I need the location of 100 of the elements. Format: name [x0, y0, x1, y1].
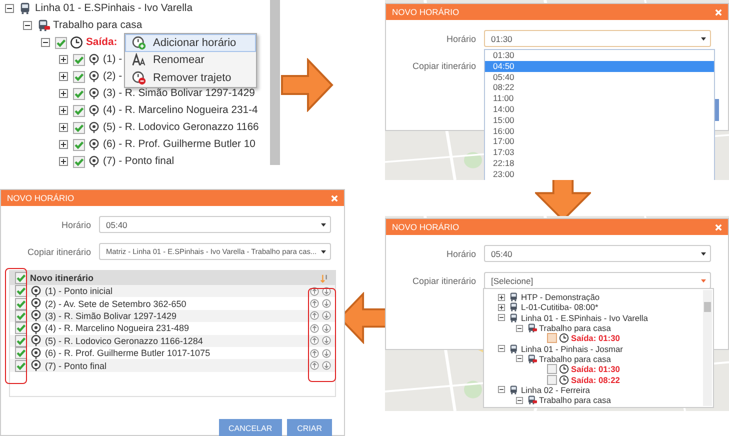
expand-icon[interactable] — [59, 55, 68, 64]
tree-item[interactable]: (4) - R. Marcelino Nogueira 231-4 — [103, 105, 258, 116]
checkbox[interactable] — [15, 347, 27, 360]
tree-item[interactable]: Linha 01 - E.SPinhais - Ivo Varella — [521, 312, 648, 323]
checkbox[interactable] — [73, 122, 85, 134]
tree-item[interactable]: (6) - R. Prof. Guilherme Butler 10 — [103, 139, 256, 150]
dropdown-option[interactable]: 11:00 — [485, 93, 714, 104]
menu-item[interactable]: Renomear — [125, 52, 256, 69]
pin-icon — [30, 334, 42, 348]
route-select[interactable]: [Selecione] — [484, 272, 711, 289]
tree-item[interactable]: (7) - Ponto final — [103, 156, 174, 167]
time-select[interactable]: 05:40 — [484, 245, 711, 262]
move-up-icon[interactable] — [310, 324, 319, 333]
dropdown-option[interactable]: 22:18 — [485, 158, 714, 169]
tree-item[interactable]: HTP - Demonstração — [521, 292, 600, 302]
tree-item[interactable]: Trabalho para casa — [53, 20, 142, 31]
expand-icon[interactable] — [498, 304, 505, 311]
close-icon[interactable] — [715, 8, 722, 16]
collapse-icon[interactable] — [23, 21, 32, 30]
checkbox[interactable] — [547, 374, 557, 385]
move-up-icon[interactable] — [310, 336, 319, 346]
move-up-icon[interactable] — [310, 348, 319, 358]
tree-item[interactable]: (5) - R. Lodovico Geronazzo 1166 — [103, 122, 259, 133]
checkbox[interactable] — [15, 334, 27, 347]
move-up-icon[interactable] — [310, 286, 319, 296]
checkbox[interactable] — [73, 104, 85, 116]
checkbox[interactable] — [73, 70, 85, 82]
dropdown-option[interactable]: 16:00 — [485, 126, 714, 136]
dropdown-option[interactable]: 17:03 — [485, 147, 714, 158]
checkbox[interactable] — [547, 333, 557, 344]
collapse-icon[interactable] — [498, 314, 505, 322]
tree-item[interactable]: Saída: 01:30 — [571, 364, 620, 374]
expand-icon[interactable] — [498, 294, 505, 301]
dropdown-option[interactable]: 17:00 — [485, 136, 714, 148]
tree-item[interactable]: Saída: 08:22 — [571, 374, 620, 385]
expand-icon[interactable] — [59, 72, 68, 81]
collapse-icon[interactable] — [498, 386, 505, 394]
close-icon[interactable] — [331, 194, 338, 202]
field-label: Copiar itinerário — [411, 61, 476, 71]
move-up-icon[interactable] — [310, 311, 319, 320]
move-down-icon[interactable] — [322, 336, 331, 346]
sort-icon[interactable] — [320, 274, 329, 282]
tree-item[interactable]: (3) - R. Simão Bolivar 1297-1429 — [103, 88, 255, 99]
scrollbar[interactable] — [270, 0, 280, 165]
collapse-icon[interactable] — [516, 355, 523, 362]
tree-item[interactable]: Linha 01 - Pinhais - Josmar — [521, 344, 623, 354]
checkbox[interactable] — [15, 285, 27, 298]
dropdown-option[interactable]: 08:22 — [485, 82, 714, 94]
expand-icon[interactable] — [59, 123, 68, 132]
collapse-icon[interactable] — [516, 324, 523, 332]
move-down-icon[interactable] — [322, 286, 331, 296]
menu-item[interactable]: Adicionar horário — [125, 34, 256, 52]
move-down-icon[interactable] — [322, 348, 331, 358]
tree-item[interactable]: Trabalho para casa — [539, 354, 611, 364]
tree-item[interactable]: Linha 02 - Ferreira — [521, 384, 590, 395]
checkbox[interactable] — [15, 360, 27, 372]
expand-icon[interactable] — [59, 106, 68, 115]
dropdown-option[interactable]: 15:00 — [485, 114, 714, 126]
pin-icon — [30, 284, 42, 298]
close-icon[interactable] — [715, 224, 722, 230]
menu-item[interactable]: Remover trajeto — [125, 69, 256, 86]
expand-icon[interactable] — [59, 89, 68, 98]
scrollbar[interactable] — [703, 290, 712, 406]
tree-item[interactable]: (2) - — [103, 71, 122, 82]
tree-item[interactable]: Saída: 01:30 — [571, 333, 620, 344]
move-down-icon[interactable] — [322, 311, 331, 320]
move-up-icon[interactable] — [310, 299, 319, 308]
dropdown-option[interactable]: 01:30 — [485, 50, 714, 61]
bus-icon — [509, 302, 519, 312]
move-down-icon[interactable] — [322, 324, 331, 333]
checkbox[interactable] — [15, 272, 27, 284]
dropdown-option[interactable]: 05:40 — [485, 72, 714, 82]
time-select[interactable]: 01:30 — [484, 30, 711, 47]
tree-item[interactable]: (1) - — [103, 54, 122, 65]
tree-item[interactable]: Trabalho para casa — [539, 395, 611, 406]
time-select[interactable]: 05:40 — [99, 216, 331, 233]
checkbox[interactable] — [73, 88, 85, 100]
expand-icon[interactable] — [59, 140, 68, 149]
tree-item[interactable]: Linha 01 - E.SPinhais - Ivo Varella — [35, 3, 192, 14]
caret-icon — [701, 278, 706, 282]
collapse-icon[interactable] — [498, 345, 505, 352]
collapse-icon[interactable] — [516, 396, 523, 404]
checkbox[interactable] — [73, 138, 85, 150]
move-down-icon[interactable] — [322, 299, 331, 308]
tree-item[interactable]: Trabalho para casa — [539, 323, 611, 334]
collapse-icon[interactable] — [41, 38, 50, 47]
checkbox[interactable] — [73, 54, 85, 66]
checkbox[interactable] — [547, 364, 557, 374]
move-down-icon[interactable] — [322, 361, 331, 370]
checkbox[interactable] — [15, 298, 27, 310]
checkbox[interactable] — [73, 156, 85, 168]
tree-item[interactable]: L-01-Cutitiba- 08:00* — [521, 302, 598, 312]
collapse-icon[interactable] — [5, 4, 14, 13]
move-up-icon[interactable] — [310, 361, 319, 370]
dropdown-option[interactable]: 23:00 — [485, 168, 714, 180]
checkbox[interactable] — [55, 36, 67, 48]
tree-item[interactable]: Saída: — [86, 37, 118, 48]
dropdown-option[interactable]: 14:00 — [485, 104, 714, 115]
checkbox[interactable] — [15, 322, 27, 334]
expand-icon[interactable] — [59, 157, 68, 166]
